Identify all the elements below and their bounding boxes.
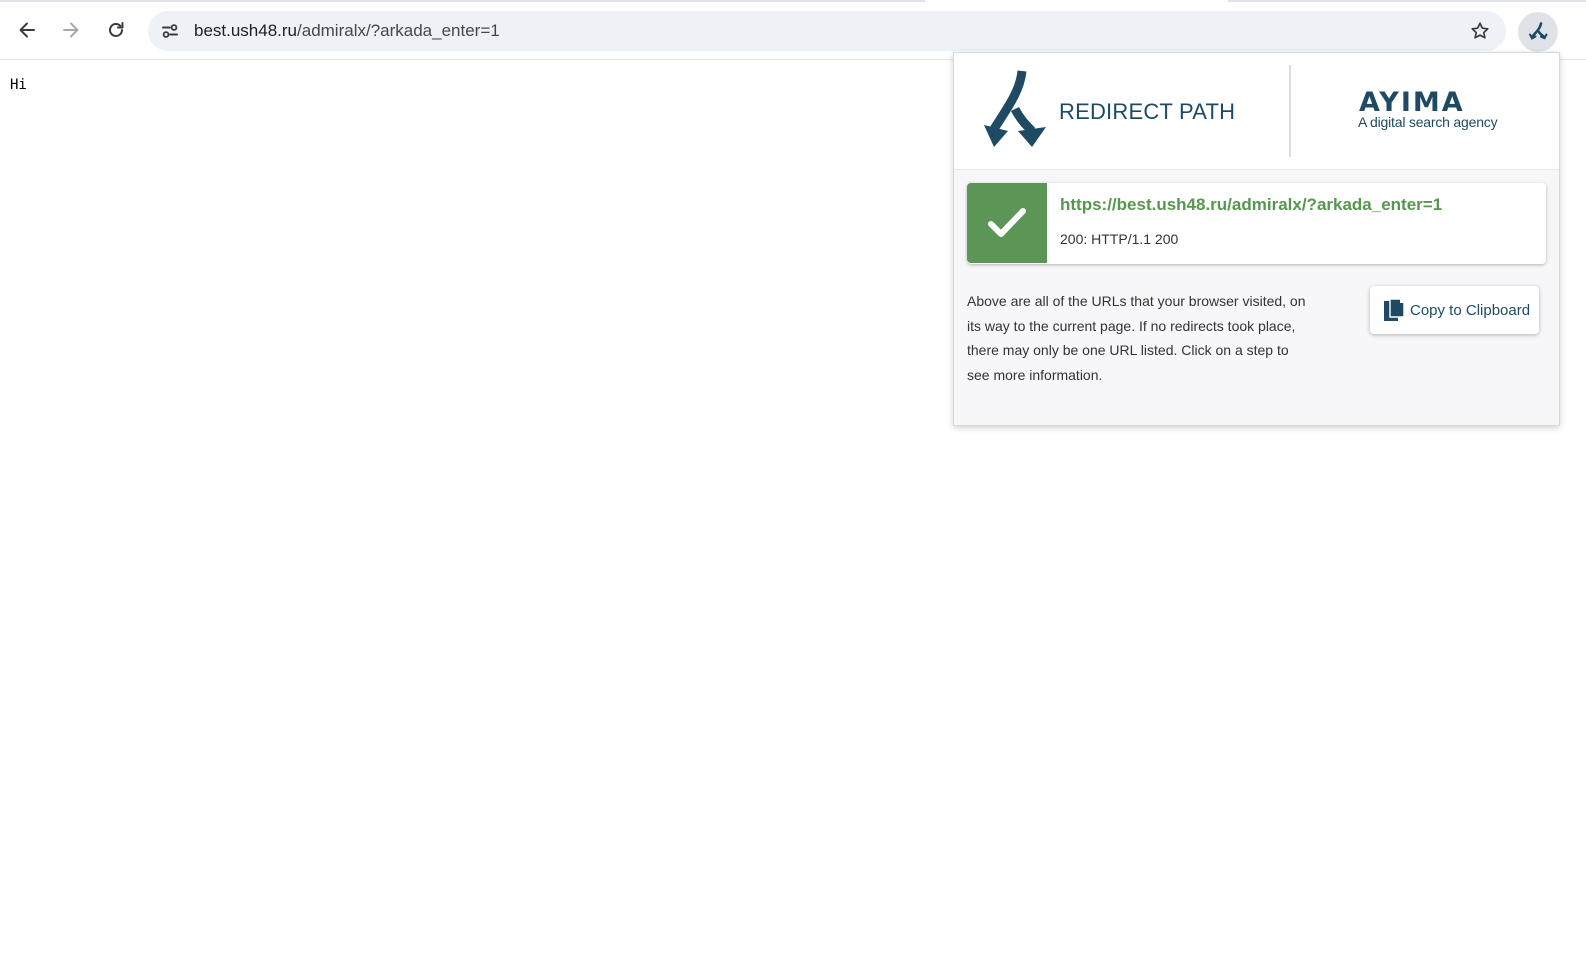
site-info-button[interactable]	[154, 15, 186, 47]
redirect-path-popup: REDIRECT PATH AYIMA A digital search age…	[953, 52, 1560, 426]
tab-strip-edge-right	[1228, 0, 1586, 2]
tab-strip-edge	[0, 0, 925, 2]
redirect-path-icon	[1529, 22, 1548, 40]
page-body-text: Hi	[10, 77, 27, 93]
popup-header: REDIRECT PATH AYIMA A digital search age…	[954, 53, 1559, 170]
step-url[interactable]: https://best.ush48.ru/admiralx/?arkada_e…	[1060, 195, 1442, 215]
address-bar[interactable]: best.ush48.ru/admiralx/?arkada_enter=1	[148, 11, 1506, 51]
back-button[interactable]	[9, 12, 45, 48]
bookmark-button[interactable]	[1464, 15, 1496, 47]
checkmark-icon	[988, 208, 1026, 237]
site-settings-icon	[162, 24, 178, 38]
reload-button[interactable]	[98, 12, 134, 48]
copy-button-label: Copy to Clipboard	[1410, 301, 1531, 319]
url-host: best.ush48.ru	[194, 21, 298, 40]
step-status: 200: HTTP/1.1 200	[1060, 231, 1179, 247]
forward-arrow-icon	[63, 22, 79, 38]
header-divider	[1289, 65, 1291, 157]
redirect-path-extension-button[interactable]	[1518, 12, 1558, 52]
browser-toolbar: best.ush48.ru/admiralx/?arkada_enter=1	[0, 0, 1586, 60]
forward-button[interactable]	[53, 12, 89, 48]
copy-to-clipboard-button[interactable]: Copy to Clipboard	[1370, 286, 1539, 334]
back-arrow-icon	[19, 22, 35, 38]
reload-icon	[109, 22, 124, 37]
star-icon	[1471, 22, 1489, 39]
url-path: /admiralx/?arkada_enter=1	[297, 21, 500, 40]
redirect-step-card[interactable]: https://best.ush48.ru/admiralx/?arkada_e…	[967, 183, 1546, 264]
redirect-path-logo-icon	[984, 70, 1046, 147]
ayima-tagline: A digital search agency	[1358, 114, 1498, 130]
product-title: REDIRECT PATH	[1059, 99, 1236, 124]
url-text[interactable]: best.ush48.ru/admiralx/?arkada_enter=1	[194, 11, 500, 51]
status-success-badge	[967, 183, 1047, 263]
clipboard-icon	[1384, 298, 1405, 321]
info-description: Above are all of the URLs that your brow…	[967, 293, 1306, 384]
